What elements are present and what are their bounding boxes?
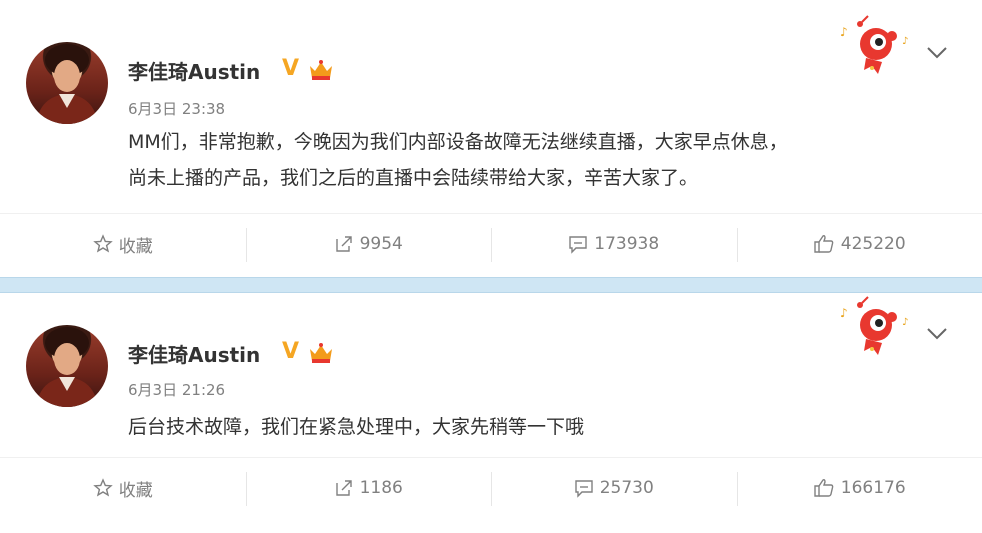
weibo-post-1: 李佳琦Austin V 6月3日 23:38 MM们，非常抱歉，今晚因为我们内部… [0,0,982,277]
svg-text:♪: ♪ [902,36,908,47]
thumbs-up-icon [814,235,834,253]
repost-icon [335,236,352,252]
post-content: 后台技术故障，我们在紧急处理中，大家先稍等一下哦 [128,409,948,445]
author-name[interactable]: 李佳琦Austin [128,339,260,368]
comment-count: 173938 [594,234,660,254]
verified-badge-icon: V [282,56,300,81]
comment-button[interactable]: 173938 [491,214,737,274]
author-name[interactable]: 李佳琦Austin [128,56,260,85]
thumbs-up-icon [814,479,834,497]
post-content-line: 后台技术故障，我们在紧急处理中，大家先稍等一下哦 [128,416,585,438]
verified-badge-icon: V [282,339,300,364]
post-separator [0,277,982,293]
action-bar: 收藏 9954 173938 425220 [0,213,982,274]
repost-count: 9954 [359,234,403,254]
like-count: 425220 [840,234,906,254]
svg-text:♪: ♪ [902,317,908,328]
avatar[interactable] [26,42,108,124]
svg-text:♪: ♪ [840,25,848,39]
repost-icon [335,480,352,496]
star-icon [92,478,113,497]
comment-button[interactable]: 25730 [491,458,737,518]
post-timestamp[interactable]: 6月3日 21:26 [128,379,225,400]
repost-button[interactable]: 1186 [245,458,492,518]
star-icon [92,234,113,253]
svg-text:♪: ♪ [840,306,848,320]
like-count: 166176 [840,478,906,498]
repost-count: 1186 [359,478,403,498]
chevron-down-icon[interactable] [926,327,948,341]
crown-badge-icon [310,60,332,80]
repost-button[interactable]: 9954 [245,214,492,274]
post-content-line: MM们，非常抱歉，今晚因为我们内部设备故障无法继续直播，大家早点休息， [128,131,788,153]
post-timestamp[interactable]: 6月3日 23:38 [128,98,225,119]
weibo-post-2: 李佳琦Austin V 6月3日 21:26 后台技术故障，我们在紧急处理中，大… [0,293,982,533]
comment-count: 25730 [599,478,654,498]
post-content-line: 尚未上播的产品，我们之后的直播中会陆续带给大家，辛苦大家了。 [128,167,699,189]
chevron-down-icon[interactable] [926,46,948,60]
post-content: MM们，非常抱歉，今晚因为我们内部设备故障无法继续直播，大家早点休息， 尚未上播… [128,124,948,196]
favorite-label: 收藏 [118,480,153,501]
action-bar: 收藏 1186 25730 166176 [0,457,982,518]
mascot-sticker-icon: ♪ ♪ [840,296,908,355]
favorite-button[interactable]: 收藏 [0,214,246,274]
favorite-label: 收藏 [118,236,153,257]
favorite-button[interactable]: 收藏 [0,458,246,518]
like-button[interactable]: 425220 [736,214,982,274]
comment-icon [569,236,587,254]
avatar[interactable] [26,325,108,407]
like-button[interactable]: 166176 [736,458,982,518]
crown-badge-icon [310,343,332,363]
mascot-sticker-icon: ♪ ♪ [840,15,908,74]
comment-icon [575,480,593,498]
